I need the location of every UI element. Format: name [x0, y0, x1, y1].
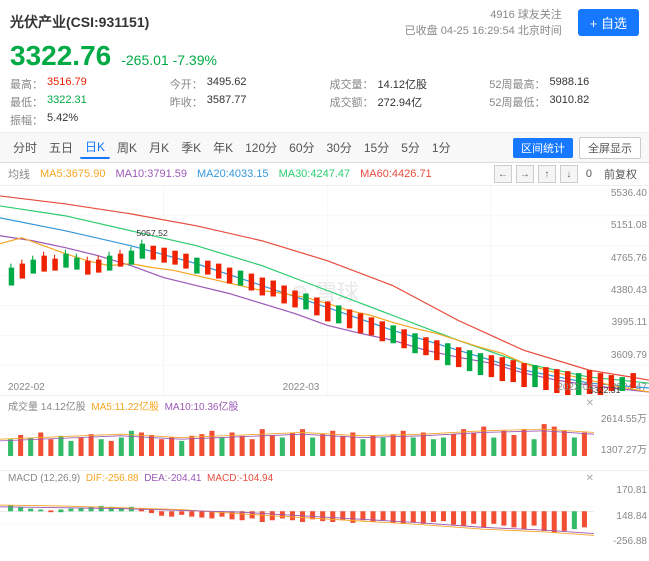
macd-label: MACD (12,26,9) — [8, 473, 83, 484]
main-chart: ⊛ 雪球 5536.40 5151.08 4765.76 4380.43 399… — [0, 186, 649, 396]
svg-text:5057.52: 5057.52 — [136, 228, 168, 238]
ma-nav: ← → ↑ ↓ 0 前复权 — [494, 165, 641, 183]
chart-toolbar: 分时 五日 日K 周K 月K 季K 年K 120分 60分 30分 15分 5分… — [0, 133, 649, 163]
x-label-2: 2022-03 — [283, 382, 320, 393]
x-label-1: 2022-02 — [8, 382, 45, 393]
macd-svg — [0, 489, 594, 547]
main-chart-svg: 5057.52 — [0, 186, 649, 395]
tab-yuek[interactable]: 月K — [144, 137, 174, 158]
volume-svg — [0, 414, 594, 456]
vol-y-label-1: 2614.55万 — [599, 410, 647, 425]
tab-jik[interactable]: 季K — [176, 137, 206, 158]
macd-chart: MACD (12,26,9) DIF:-256.88 DEA:-204.41 M… — [0, 471, 649, 561]
volume-chart: 成交量 14.12亿股 MA5:11.22亿股 MA10:10.36亿股 ✕ 2… — [0, 396, 649, 471]
tab-1[interactable]: 1分 — [427, 137, 456, 158]
zoom-level: 0 — [582, 168, 596, 180]
stat-high: 最高： 3516.79 — [10, 76, 160, 92]
macd-y-label-2: 148.84 — [599, 511, 647, 522]
tab-60[interactable]: 60分 — [284, 137, 319, 158]
tab-120[interactable]: 120分 — [240, 137, 282, 158]
followers-info: 4916 球友关注 已收盘 04-25 16:29:54 北京时间 — [405, 6, 562, 38]
stat-52high: 52周最高： 5988.16 — [489, 76, 639, 92]
header-top: 光伏产业(CSI:931151) 4916 球友关注 已收盘 04-25 16:… — [10, 6, 639, 38]
tab-5[interactable]: 5分 — [396, 137, 425, 158]
tab-rik[interactable]: 日K — [80, 136, 110, 159]
ma10-label: MA10:3791.59 — [115, 168, 187, 180]
volume-close-button[interactable]: ✕ — [586, 398, 594, 409]
ma-bar: 均线 MA5:3675.90 MA10:3791.59 MA20:4033.15… — [0, 163, 649, 186]
vol-y-label-2: 1307.27万 — [599, 441, 647, 456]
macd-close-button[interactable]: ✕ — [586, 473, 594, 484]
volume-ma5: MA5:11.22亿股 — [91, 402, 161, 413]
ma-label: 均线 — [8, 166, 30, 182]
stat-amplitude: 振幅： 5.42% — [10, 112, 160, 128]
stock-title: 光伏产业(CSI:931151) — [10, 12, 149, 32]
tab-niank[interactable]: 年K — [208, 137, 238, 158]
dea-label: DEA:-204.41 — [144, 473, 204, 484]
tab-15[interactable]: 15分 — [359, 137, 394, 158]
fullscreen-button[interactable]: 全屏显示 — [579, 137, 641, 159]
dif-label: DIF:-256.88 — [86, 473, 142, 484]
fuquan-button[interactable]: 前复权 — [600, 166, 641, 182]
ma60-label: MA60:4426.71 — [360, 168, 432, 180]
add-watchlist-button[interactable]: + 自选 — [578, 9, 639, 36]
timestamp: 已收盘 04-25 16:29:54 北京时间 — [405, 22, 562, 38]
price-change: -265.01 -7.39% — [121, 52, 217, 68]
ma5-label: MA5:3675.90 — [40, 168, 105, 180]
macd-title: MACD (12,26,9) DIF:-256.88 DEA:-204.41 M… — [8, 473, 273, 484]
tab-fenshi[interactable]: 分时 — [8, 137, 42, 158]
stat-prev-close: 昨收： 3587.77 — [170, 94, 320, 110]
stat-open: 今开： 3495.62 — [170, 76, 320, 92]
tab-30[interactable]: 30分 — [322, 137, 357, 158]
nav-up-button[interactable]: ↑ — [538, 165, 556, 183]
nav-down-button[interactable]: ↓ — [560, 165, 578, 183]
x-axis-labels: 2022-02 2022-03 2022-04 — [8, 382, 594, 393]
ma20-label: MA20:4033.15 — [197, 168, 269, 180]
tab-wuri[interactable]: 五日 — [44, 137, 78, 158]
stat-amount: 成交额： 272.94亿 — [330, 94, 480, 110]
stat-low: 最低： 3322.31 — [10, 94, 160, 110]
volume-ma10: MA10:10.36亿股 — [165, 402, 239, 413]
volume-title: 成交量 14.12亿股 MA5:11.22亿股 MA10:10.36亿股 — [8, 398, 239, 413]
ma30-label: MA30:4247.47 — [279, 168, 351, 180]
x-label-3: 2022-04 — [557, 382, 594, 393]
macd-y-label-3: -256.88 — [599, 536, 647, 547]
price-row: 3322.76 -265.01 -7.39% — [10, 40, 639, 72]
stat-52low: 52周最低： 3010.82 — [489, 94, 639, 110]
stat-volume: 成交量： 14.12亿股 — [330, 76, 480, 92]
macd-value-label: MACD:-104.94 — [207, 473, 273, 484]
main-price: 3322.76 — [10, 40, 111, 72]
interval-stats-button[interactable]: 区间统计 — [513, 138, 573, 158]
volume-label: 成交量 14.12亿股 — [8, 402, 89, 413]
toolbar-right: 区间统计 全屏显示 — [513, 137, 641, 159]
nav-right-button[interactable]: → — [516, 165, 534, 183]
header: 光伏产业(CSI:931151) 4916 球友关注 已收盘 04-25 16:… — [0, 0, 649, 133]
stats-grid: 最高： 3516.79 今开： 3495.62 成交量： 14.12亿股 52周… — [10, 76, 639, 128]
macd-y-label-1: 170.81 — [599, 485, 647, 496]
followers-count: 4916 球友关注 — [405, 6, 562, 22]
nav-left-button[interactable]: ← — [494, 165, 512, 183]
tab-zhouk[interactable]: 周K — [112, 137, 142, 158]
